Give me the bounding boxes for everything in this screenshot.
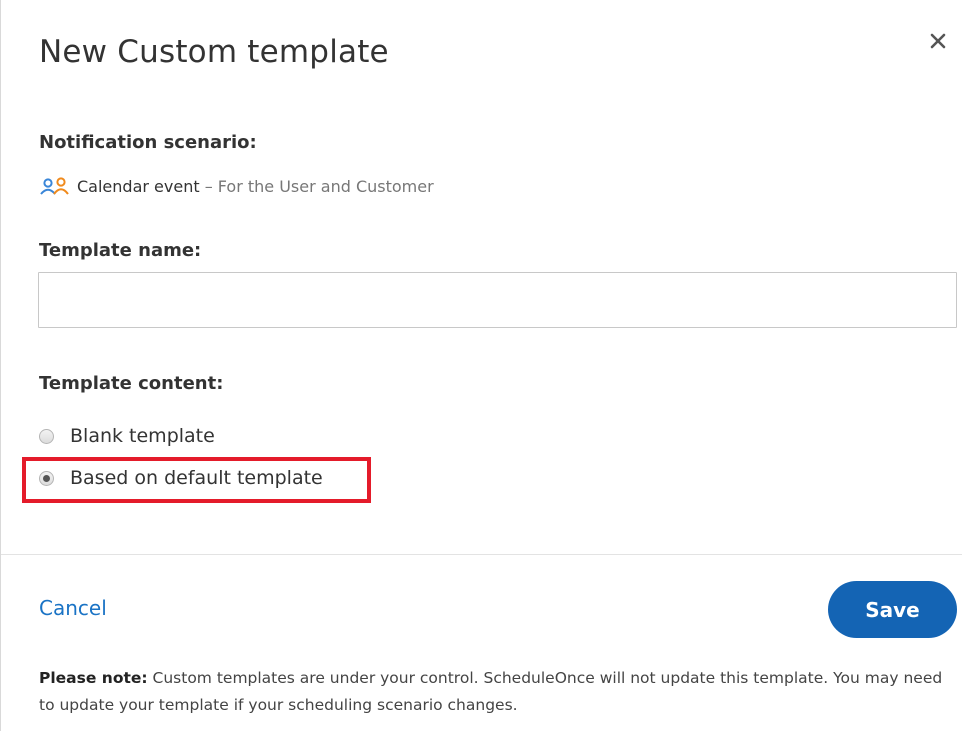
- radio-button[interactable]: [39, 428, 54, 444]
- user-customer-icon: [40, 177, 69, 195]
- note-label: Please note:: [39, 669, 148, 687]
- template-name-input[interactable]: [38, 272, 957, 328]
- save-button[interactable]: Save: [828, 581, 957, 638]
- cancel-link[interactable]: Cancel: [39, 596, 107, 620]
- template-name-label: Template name:: [39, 240, 202, 261]
- scenario-description: – For the User and Customer: [199, 176, 434, 196]
- note-body: Custom templates are under your control.…: [39, 669, 943, 714]
- notification-scenario-label: Notification scenario:: [39, 132, 257, 153]
- radio-button-checked[interactable]: [39, 470, 54, 486]
- radio-blank-template[interactable]: Blank template: [39, 425, 215, 447]
- radio-label: Based on default template: [70, 467, 323, 489]
- radio-default-template[interactable]: Based on default template: [39, 467, 323, 489]
- scenario-row: Calendar event – For the User and Custom…: [39, 174, 434, 198]
- please-note-text: Please note: Custom templates are under …: [39, 665, 954, 719]
- close-button[interactable]: [924, 27, 952, 55]
- scenario-name: Calendar event: [77, 176, 200, 196]
- close-icon: [930, 33, 946, 49]
- dialog-title: New Custom template: [39, 34, 389, 70]
- new-custom-template-dialog: New Custom template Notification scenari…: [0, 0, 962, 731]
- footer-divider: [1, 554, 962, 555]
- template-content-label: Template content:: [39, 373, 224, 394]
- radio-label: Blank template: [70, 425, 215, 447]
